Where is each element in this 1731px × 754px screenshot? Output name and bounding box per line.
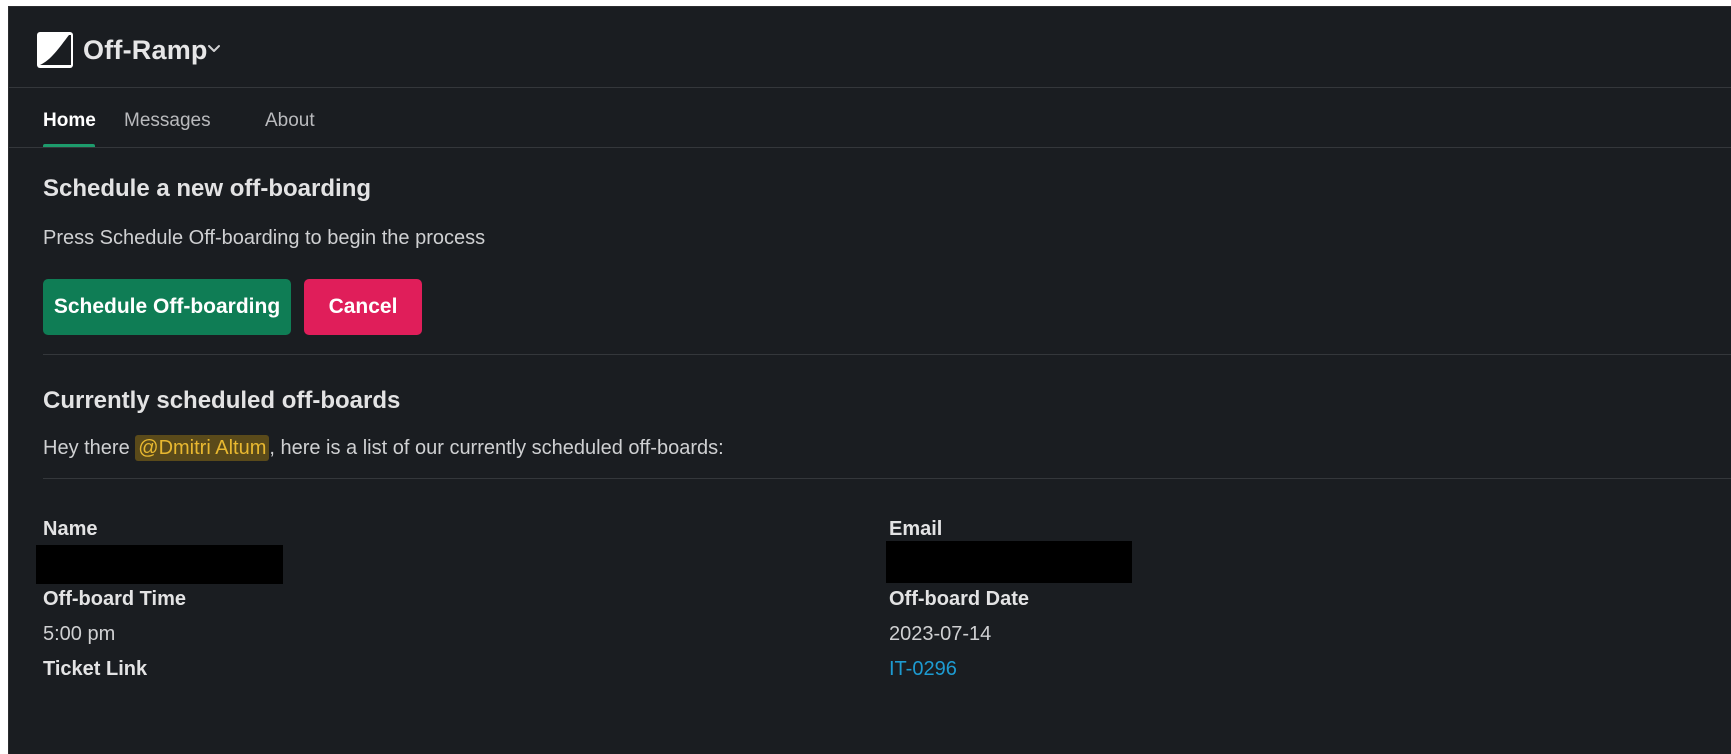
app-window: Off-Ramp Home Messages About Schedule a … [8, 6, 1731, 754]
offboard-date-label: Off-board Date [889, 588, 1029, 610]
email-value-redacted [886, 541, 1132, 583]
active-tab-indicator [43, 144, 95, 147]
offboard-time-value: 5:00 pm [43, 623, 116, 645]
cancel-button[interactable]: Cancel [304, 279, 422, 335]
email-label: Email [889, 518, 943, 540]
ticket-link-label: Ticket Link [43, 658, 148, 680]
tab-about[interactable]: About [265, 110, 315, 132]
schedule-description: Press Schedule Off-boarding to begin the… [43, 227, 486, 249]
scheduled-intro: Hey there @Dmitri Altum, here is a list … [43, 435, 724, 461]
app-title[interactable]: Off-Ramp [83, 35, 208, 66]
off-ramp-logo-icon [37, 32, 73, 68]
app-header: Off-Ramp [9, 7, 1731, 88]
schedule-heading: Schedule a new off-boarding [43, 175, 372, 202]
list-divider [43, 478, 1731, 479]
section-divider [43, 354, 1731, 355]
scheduled-heading: Currently scheduled off-boards [43, 387, 401, 414]
offboard-date-value: 2023-07-14 [889, 623, 992, 645]
tab-messages[interactable]: Messages [124, 110, 211, 132]
intro-text-before: Hey there [43, 437, 136, 459]
name-value-redacted [36, 545, 283, 584]
offboard-time-label: Off-board Time [43, 588, 186, 610]
tab-home[interactable]: Home [43, 110, 96, 132]
user-mention[interactable]: @Dmitri Altum [135, 435, 270, 461]
chevron-down-icon[interactable] [207, 44, 221, 54]
schedule-offboarding-button[interactable]: Schedule Off-boarding [43, 279, 291, 335]
tab-bar: Home Messages About [9, 88, 1731, 148]
intro-text-after: , here is a list of our currently schedu… [269, 437, 724, 459]
ticket-link[interactable]: IT-0296 [889, 658, 957, 681]
name-label: Name [43, 518, 98, 540]
